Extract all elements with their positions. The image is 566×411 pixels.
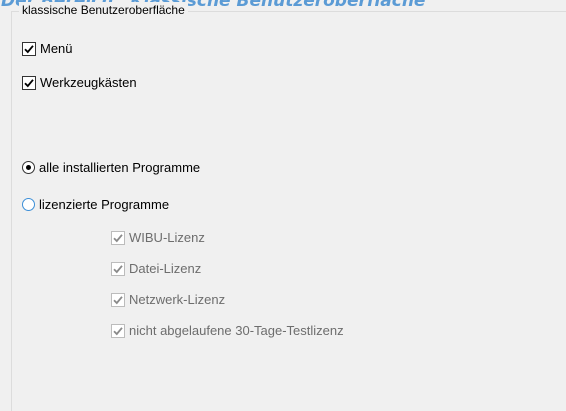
toolboxes-checkbox-row[interactable]: Werkzeugkästen	[22, 75, 137, 90]
trial-license-label: nicht abgelaufene 30-Tage-Testlizenz	[129, 323, 344, 338]
trial-license-row: nicht abgelaufene 30-Tage-Testlizenz	[111, 323, 344, 338]
checkmark-icon	[113, 295, 123, 304]
checkmark-icon	[113, 326, 123, 335]
radio-licensed-programs-row[interactable]: lizenzierte Programme	[22, 197, 169, 212]
radio-all-programs-label: alle installierten Programme	[39, 160, 201, 175]
wibu-license-row: WIBU-Lizenz	[111, 230, 205, 245]
network-license-row: Netzwerk-Lizenz	[111, 292, 225, 307]
file-license-row: Datei-Lizenz	[111, 261, 201, 276]
checkmark-icon	[113, 264, 123, 273]
checkmark-icon	[113, 233, 123, 242]
groupbox-legend: klassische Benutzeroberfläche	[19, 2, 188, 18]
file-license-checkbox	[111, 261, 125, 276]
menu-checkbox-row[interactable]: Menü	[22, 41, 73, 56]
menu-checkbox-label: Menü	[40, 41, 73, 56]
menu-checkbox[interactable]	[22, 41, 36, 56]
file-license-label: Datei-Lizenz	[129, 261, 202, 276]
checkmark-icon	[24, 44, 34, 53]
network-license-checkbox	[111, 292, 125, 307]
radio-selected-dot	[26, 165, 31, 170]
wibu-license-label: WIBU-Lizenz	[129, 230, 205, 245]
radio-licensed-programs[interactable]	[22, 198, 35, 211]
toolboxes-checkbox-label: Werkzeugkästen	[40, 75, 137, 90]
radio-all-programs[interactable]	[22, 161, 35, 174]
checkmark-icon	[24, 78, 34, 87]
toolboxes-checkbox[interactable]	[22, 75, 36, 90]
wibu-license-checkbox	[111, 230, 125, 245]
trial-license-checkbox	[111, 323, 125, 338]
radio-all-programs-row[interactable]: alle installierten Programme	[22, 160, 200, 175]
network-license-label: Netzwerk-Lizenz	[129, 292, 226, 307]
radio-licensed-programs-label: lizenzierte Programme	[39, 197, 170, 212]
